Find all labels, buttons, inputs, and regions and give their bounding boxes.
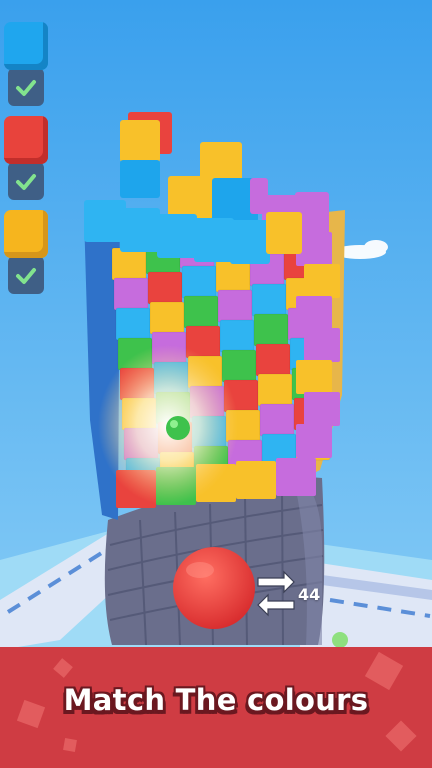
tower-block — [276, 458, 316, 496]
tower-block — [296, 296, 332, 330]
check-icon — [16, 268, 36, 284]
tower-block — [181, 265, 217, 299]
confetti — [63, 738, 77, 752]
tower-block — [296, 360, 332, 394]
tower-block — [304, 264, 340, 298]
check-icon — [16, 174, 36, 190]
color-target-yellow — [4, 210, 48, 300]
tower-block — [111, 247, 147, 281]
yellow-cube-icon — [4, 210, 48, 258]
tower-block — [183, 295, 219, 329]
blue-cube-icon — [4, 22, 48, 70]
color-target-red — [4, 116, 48, 206]
tower-block — [215, 259, 251, 293]
ball-launcher[interactable] — [173, 547, 255, 629]
green-pellet — [166, 416, 190, 440]
tower-block — [147, 271, 183, 305]
tower-block — [255, 343, 291, 377]
tower-block — [219, 319, 255, 353]
tower-block — [113, 277, 149, 311]
tower-block — [217, 289, 253, 323]
check-icon — [16, 80, 36, 96]
tower-block — [296, 424, 332, 458]
confetti — [53, 658, 73, 678]
tower-block — [259, 403, 295, 437]
banner-title: Match The colours — [63, 683, 369, 717]
tower-block — [236, 461, 276, 499]
red-ball[interactable] — [173, 547, 255, 629]
tower-block — [253, 313, 289, 347]
tower-block — [304, 392, 340, 426]
tower-block — [149, 301, 185, 335]
tower-block — [304, 328, 340, 362]
confetti — [385, 720, 417, 752]
red-cube-icon — [4, 116, 48, 164]
ammo-count: 44 — [298, 585, 321, 604]
color-target-blue — [4, 22, 48, 112]
tower-block — [251, 283, 287, 317]
tower-block — [221, 349, 257, 383]
promo-banner: Match The colours — [0, 647, 432, 768]
tower-block — [257, 373, 293, 407]
tower-block — [115, 307, 151, 341]
